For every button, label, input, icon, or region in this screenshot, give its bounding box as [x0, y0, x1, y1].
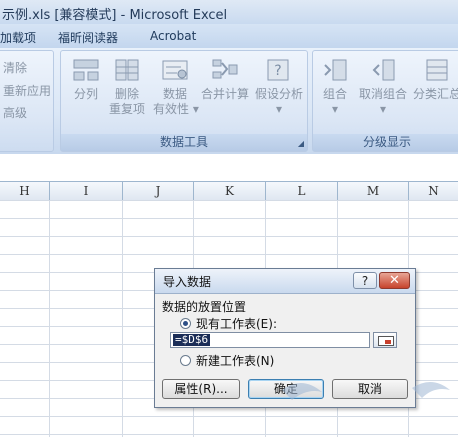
column-header-i[interactable]: I [50, 182, 123, 200]
consolidate-button[interactable]: 合并计算 [199, 57, 251, 102]
column-header-k[interactable]: K [194, 182, 266, 200]
remove-duplicates-button[interactable]: 删除 重复项 [107, 57, 147, 117]
column-header-j[interactable]: J [123, 182, 194, 200]
tab-acrobat[interactable]: Acrobat [150, 29, 196, 43]
consolidate-icon [212, 59, 238, 79]
remove-duplicates-icon [115, 59, 139, 81]
close-button[interactable]: ✕ [379, 272, 410, 289]
subtotal-icon [426, 59, 448, 81]
advanced-button[interactable]: 高级 [3, 104, 27, 121]
what-if-analysis-icon: ? [267, 59, 289, 81]
title-bar: 示例.xls [兼容模式] - Microsoft Excel [0, 0, 458, 24]
svg-text:?: ? [274, 63, 281, 79]
existing-sheet-label[interactable]: 现有工作表(E): [196, 315, 277, 332]
ribbon: 清除 重新应用 高级 分列 删除 重复项 数据 有效性 ▾ 合并计算 ? 假设分… [0, 48, 458, 154]
placement-label: 数据的放置位置 [162, 300, 247, 314]
new-sheet-radio[interactable] [180, 355, 191, 366]
column-header-h[interactable]: H [0, 182, 50, 200]
sort-filter-group: 清除 重新应用 高级 [0, 50, 54, 152]
reference-input[interactable]: =$D$6 [170, 332, 370, 348]
group-icon [324, 59, 347, 81]
group-button[interactable]: 组合 ▾ [317, 57, 353, 117]
column-headers: H I J K L M N [0, 181, 458, 201]
data-validation-button[interactable]: 数据 有效性 ▾ [153, 57, 199, 117]
ungroup-icon [372, 59, 395, 81]
collapse-dialog-button[interactable] [373, 332, 397, 348]
tab-foxit[interactable]: 福昕阅读器 [58, 29, 118, 46]
group-launcher-icon[interactable]: ◢ [298, 139, 304, 148]
help-button[interactable]: ? [353, 272, 377, 289]
new-sheet-label[interactable]: 新建工作表(N) [196, 352, 274, 369]
ungroup-button[interactable]: 取消组合 ▾ [357, 57, 409, 117]
dialog-title: 导入数据 [163, 275, 212, 289]
tab-addins[interactable]: 加载项 [0, 29, 36, 46]
range-select-icon [378, 336, 394, 346]
data-tools-group: 分列 删除 重复项 数据 有效性 ▾ 合并计算 ? 假设分析 ▾ 数据工具 ◢ [60, 50, 308, 152]
text-to-columns-button[interactable]: 分列 [69, 57, 103, 102]
outline-group: 组合 ▾ 取消组合 ▾ 分类汇总 分级显示 [312, 50, 458, 152]
column-header-m[interactable]: M [338, 182, 409, 200]
ribbon-tabs: 加载项 福昕阅读器 Acrobat [0, 24, 458, 49]
column-header-l[interactable]: L [266, 182, 338, 200]
properties-button[interactable]: 属性(R)... [162, 379, 240, 399]
window-title: 示例.xls [兼容模式] - Microsoft Excel [2, 8, 228, 23]
column-header-n[interactable]: N [409, 182, 458, 200]
clear-button[interactable]: 清除 [3, 59, 27, 76]
data-validation-icon [162, 60, 188, 80]
existing-sheet-radio[interactable] [180, 318, 191, 329]
outline-label: 分级显示 [313, 134, 458, 151]
dialog-title-bar[interactable]: 导入数据 ? ✕ [155, 269, 415, 294]
subtotal-button[interactable]: 分类汇总 [411, 57, 458, 102]
watermark-logo [282, 381, 450, 400]
grid-line [122, 200, 123, 437]
what-if-analysis-button[interactable]: ? 假设分析 ▾ [253, 57, 305, 117]
reference-value: =$D$6 [173, 333, 211, 346]
data-tools-label: 数据工具 [61, 134, 307, 151]
reapply-button[interactable]: 重新应用 [3, 82, 51, 99]
text-to-columns-icon [73, 59, 99, 81]
